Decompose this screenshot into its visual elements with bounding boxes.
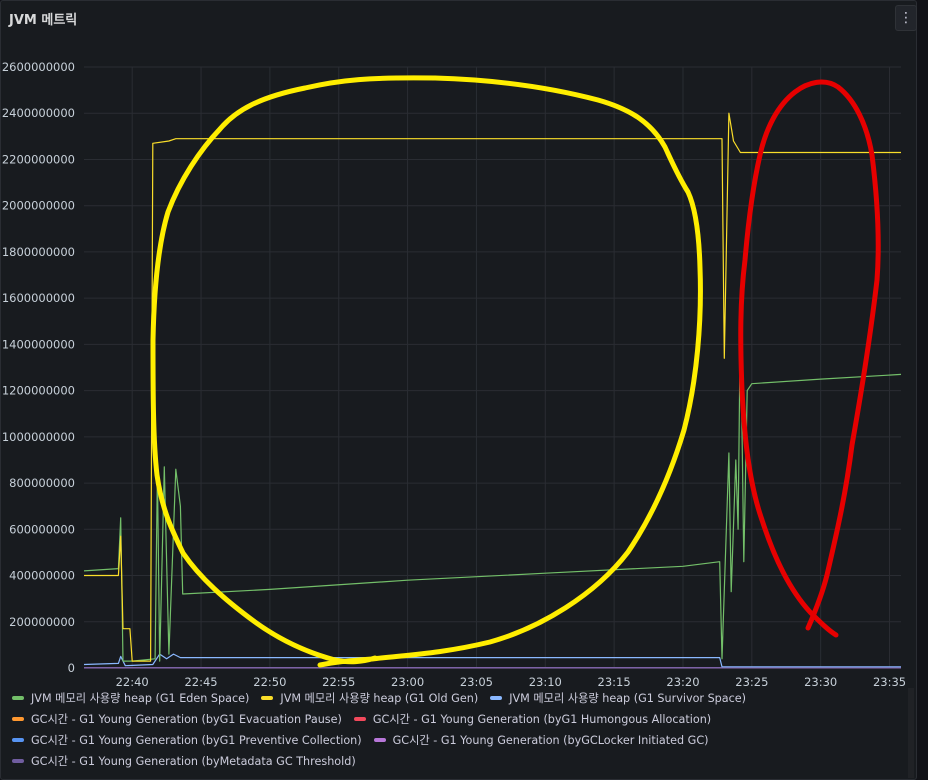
- legend-label: GC시간 - G1 Young Generation (byG1 Humongo…: [372, 713, 712, 726]
- y-tick-label: 2600000000: [2, 60, 75, 74]
- x-axis: 22:40 22:45 22:50 22:55 23:00 23:05 23:10 23:15…: [116, 675, 906, 689]
- x-tick-label: 22:55: [322, 675, 355, 689]
- legend-scrollbar[interactable]: [908, 688, 914, 778]
- legend-label: GC시간 - G1 Young Generation (byMetadata G…: [31, 755, 356, 768]
- yellow-annotation-circle: [150, 75, 703, 668]
- y-tick-label: 800000000: [9, 476, 75, 490]
- legend-swatch: [12, 717, 24, 721]
- legend-item-eden[interactable]: JVM 메모리 사용량 heap (G1 Eden Space): [12, 690, 249, 706]
- legend-item-old-gen[interactable]: JVM 메모리 사용량 heap (G1 Old Gen): [261, 690, 478, 706]
- y-tick-label: 1600000000: [2, 291, 75, 305]
- legend-label: GC시간 - G1 Young Generation (byG1 Evacuat…: [31, 713, 342, 726]
- x-tick-label: 23:15: [598, 675, 631, 689]
- legend-swatch: [373, 738, 386, 742]
- legend-label: JVM 메모리 사용량 heap (G1 Eden Space): [31, 692, 250, 705]
- x-tick-label: 23:20: [666, 675, 699, 689]
- legend-row: GC시간 - G1 Young Generation (byG1 Evacuat…: [12, 709, 723, 729]
- legend-item-evacuation-pause[interactable]: GC시간 - G1 Young Generation (byG1 Evacuat…: [12, 711, 342, 727]
- x-tick-label: 23:00: [391, 675, 424, 689]
- legend-swatch: [261, 696, 274, 700]
- series-line-0[interactable]: [83, 311, 902, 662]
- x-tick-label: 23:05: [460, 675, 493, 689]
- y-tick-label: 1400000000: [2, 337, 75, 351]
- legend-swatch: [490, 696, 503, 700]
- legend-item-survivor[interactable]: JVM 메모리 사용량 heap (G1 Survivor Space): [490, 690, 746, 706]
- line-chart: 0 200000000 400000000 600000000 800000000 100…: [2, 60, 906, 689]
- legend-label: JVM 메모리 사용량 heap (G1 Old Gen): [280, 692, 479, 705]
- y-tick-label: 2000000000: [2, 199, 75, 213]
- legend-label: GC시간 - G1 Young Generation (byGCLocker I…: [392, 734, 709, 747]
- legend-swatch: [353, 717, 366, 721]
- x-tick-label: 22:40: [116, 675, 149, 689]
- legend-row: GC시간 - G1 Young Generation (byG1 Prevent…: [12, 730, 721, 750]
- legend-item-humongous-allocation[interactable]: GC시간 - G1 Young Generation (byG1 Humongo…: [353, 711, 712, 727]
- y-tick-label: 2200000000: [2, 152, 75, 166]
- series-line-2[interactable]: [83, 653, 901, 668]
- y-tick-label: 2400000000: [2, 106, 75, 120]
- x-tick-label: 22:45: [184, 675, 217, 689]
- y-tick-label: 600000000: [9, 522, 75, 536]
- x-tick-label: 23:30: [804, 675, 837, 689]
- y-tick-label: 400000000: [9, 569, 75, 583]
- legend-row: GC시간 - G1 Young Generation (byMetadata G…: [12, 751, 368, 771]
- legend-item-preventive-collection[interactable]: GC시간 - G1 Young Generation (byG1 Prevent…: [12, 732, 362, 748]
- legend-item-gclocker[interactable]: GC시간 - G1 Young Generation (byGCLocker I…: [373, 732, 709, 748]
- legend-label: GC시간 - G1 Young Generation (byG1 Prevent…: [31, 734, 362, 747]
- legend-label: JVM 메모리 사용량 heap (G1 Survivor Space): [509, 692, 747, 705]
- y-tick-label: 200000000: [9, 615, 75, 629]
- y-tick-label: 0: [68, 661, 75, 675]
- y-tick-label: 1000000000: [2, 430, 75, 444]
- y-tick-label: 1200000000: [2, 384, 75, 398]
- x-tick-label: 23:35: [873, 675, 906, 689]
- x-tick-label: 22:50: [253, 675, 286, 689]
- legend-item-metadata-threshold[interactable]: GC시간 - G1 Young Generation (byMetadata G…: [12, 753, 356, 769]
- legend-swatch: [12, 759, 24, 763]
- x-tick-label: 23:10: [529, 675, 562, 689]
- y-tick-label: 1800000000: [2, 245, 75, 259]
- red-annotation-circle: [738, 79, 881, 638]
- legend-swatch: [12, 696, 24, 700]
- y-axis: 0 200000000 400000000 600000000 800000000 100…: [2, 60, 75, 675]
- legend-row: JVM 메모리 사용량 heap (G1 Eden Space) JVM 메모리…: [12, 688, 758, 708]
- legend-swatch: [12, 738, 24, 742]
- hand-drawn-annotations: [150, 75, 881, 668]
- x-tick-label: 23:25: [735, 675, 768, 689]
